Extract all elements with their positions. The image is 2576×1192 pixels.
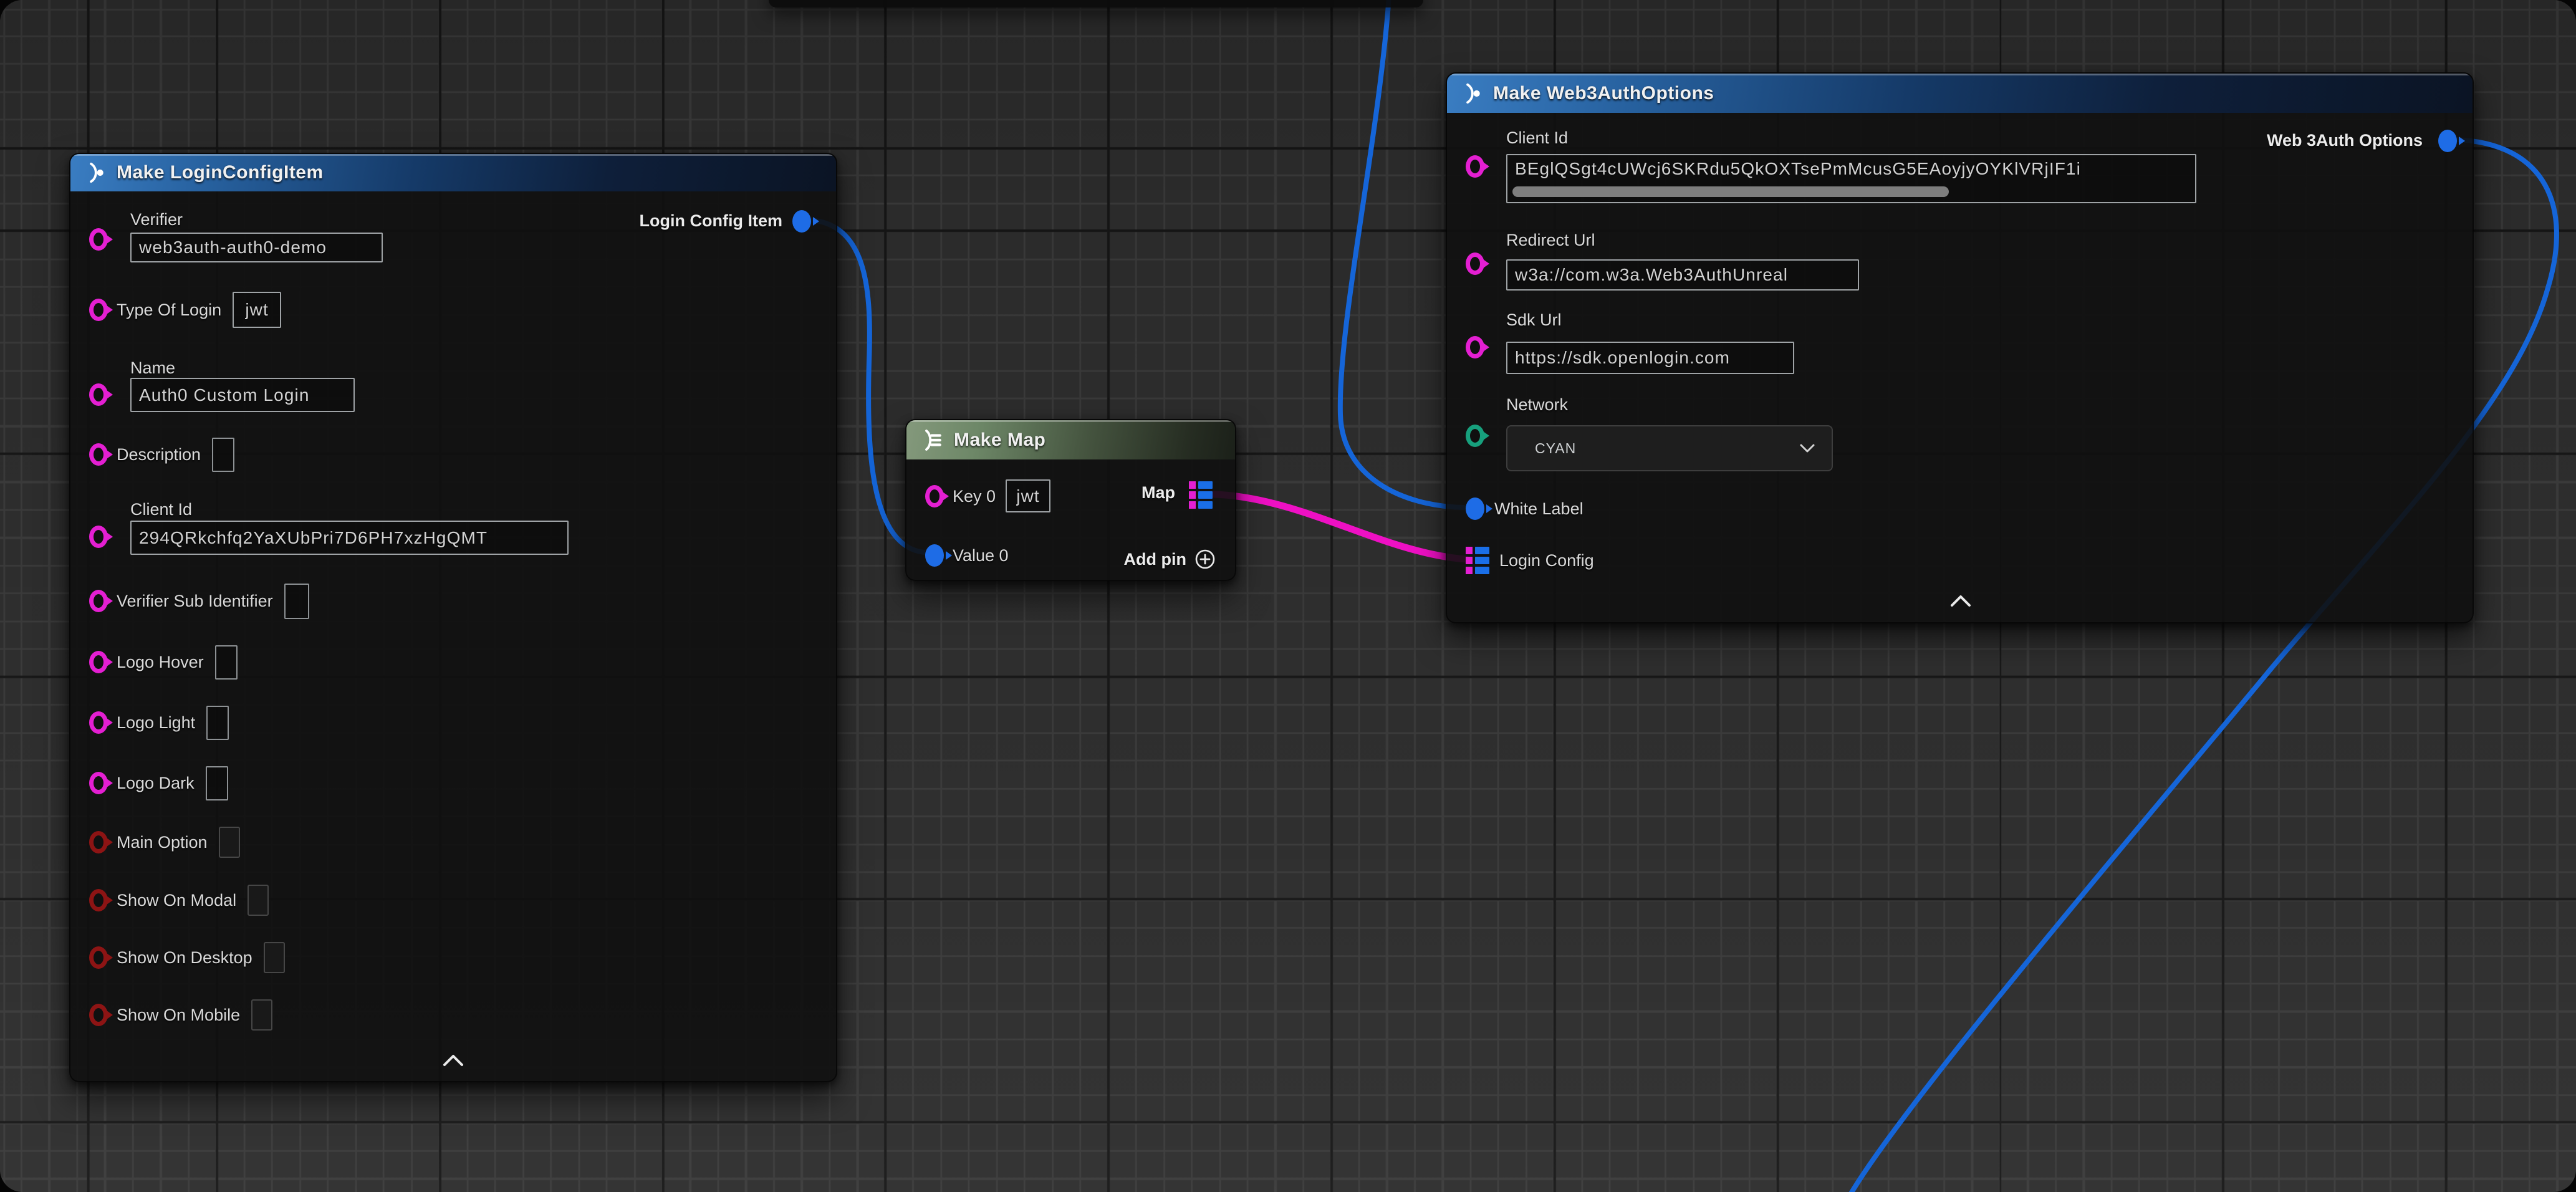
chevron-down-icon	[1799, 443, 1815, 453]
pin-show-on-desktop[interactable]	[89, 946, 108, 969]
output-pin-login-config-item[interactable]	[792, 210, 811, 233]
offscreen-node-edge[interactable]	[769, 0, 1423, 7]
client-id-input[interactable]: BEglQSgt4cUWcj6SKRdu5QkOXTsePmMcusG5EAoy…	[1506, 154, 2196, 203]
verifier-sub-identifier-input[interactable]	[284, 584, 309, 619]
pin-label: Logo Hover	[117, 653, 204, 671]
node-title: Make LoginConfigItem	[117, 162, 324, 183]
add-pin-icon[interactable]	[1194, 548, 1216, 570]
collapse-chevron-icon[interactable]	[442, 1054, 464, 1067]
output-pin-web3auth-options[interactable]	[2438, 130, 2457, 152]
pin-logo-hover[interactable]	[89, 651, 108, 673]
node-make-web3authoptions[interactable]: Make Web3AuthOptions Web 3Auth Options C…	[1446, 72, 2474, 623]
pin-logo-dark[interactable]	[89, 772, 108, 794]
pin-client-id[interactable]	[89, 526, 108, 548]
pin-label: Value 0	[953, 546, 1009, 565]
logo-dark-input[interactable]	[206, 766, 228, 800]
sdk-url-input[interactable]: https://sdk.openlogin.com	[1506, 342, 1794, 374]
key0-input[interactable]: jwt	[1006, 479, 1050, 512]
output-pin-label: Web 3Auth Options	[2267, 131, 2423, 150]
pin-description[interactable]	[89, 443, 108, 466]
pin-label: Redirect Url	[1506, 231, 1859, 249]
node-title: Make Web3AuthOptions	[1493, 83, 1714, 104]
pin-label: Logo Light	[117, 713, 195, 732]
logo-hover-input[interactable]	[215, 645, 238, 680]
show-on-desktop-checkbox[interactable]	[264, 942, 285, 973]
output-pin-label: Login Config Item	[640, 211, 782, 230]
pin-label: Description	[117, 445, 201, 464]
main-option-checkbox[interactable]	[219, 827, 240, 858]
pin-logo-light[interactable]	[89, 711, 108, 734]
node-header[interactable]: Make Web3AuthOptions	[1447, 74, 2473, 113]
pin-show-on-mobile[interactable]	[89, 1004, 108, 1026]
pin-login-config[interactable]	[1466, 547, 1489, 574]
pin-label: Verifier Sub Identifier	[117, 592, 273, 610]
pin-client-id[interactable]	[1466, 155, 1484, 178]
pin-verifier[interactable]	[89, 228, 108, 251]
pin-label: Login Config	[1499, 551, 1594, 570]
pin-label: Show On Modal	[117, 891, 236, 910]
pin-label: Show On Desktop	[117, 948, 252, 967]
pin-label: Type Of Login	[117, 300, 221, 319]
logo-light-input[interactable]	[206, 706, 229, 740]
pin-label: Sdk Url	[1506, 310, 1794, 329]
description-input[interactable]	[212, 438, 234, 472]
make-struct-icon	[84, 161, 108, 185]
pin-label: Show On Mobile	[117, 1006, 240, 1024]
pin-label: Name	[130, 358, 355, 377]
pin-label: Key 0	[953, 487, 996, 506]
pin-redirect-url[interactable]	[1466, 252, 1484, 275]
node-make-loginconfigitem[interactable]: Make LoginConfigItem Login Config Item V…	[69, 153, 837, 1082]
pin-type-of-login[interactable]	[89, 299, 108, 321]
output-pin-label: Map	[1141, 483, 1175, 502]
pin-key0[interactable]	[925, 485, 944, 507]
pin-name[interactable]	[89, 383, 108, 406]
verifier-input[interactable]: web3auth-auth0-demo	[130, 233, 383, 262]
type-of-login-input[interactable]: jwt	[233, 292, 281, 328]
pin-network[interactable]	[1466, 425, 1484, 447]
graph-viewport[interactable]: Make LoginConfigItem Login Config Item V…	[0, 0, 2576, 1192]
pin-label: Client Id	[1506, 128, 2196, 147]
pin-label: Verifier	[130, 210, 383, 229]
node-title: Make Map	[954, 430, 1045, 451]
show-on-modal-checkbox[interactable]	[248, 885, 269, 916]
make-container-icon	[920, 428, 945, 453]
node-make-map[interactable]: Make Map Key 0 jwt Map Value 0 Add pin	[905, 419, 1236, 581]
input-scrollbar[interactable]	[1512, 186, 1949, 197]
blueprint-editor: Make LoginConfigItem Login Config Item V…	[0, 0, 2576, 1192]
collapse-chevron-icon[interactable]	[1949, 595, 1972, 607]
pin-label: Logo Dark	[117, 774, 195, 792]
show-on-mobile-checkbox[interactable]	[251, 999, 272, 1031]
pin-verifier-sub-identifier[interactable]	[89, 590, 108, 612]
pin-main-option[interactable]	[89, 831, 108, 853]
add-pin-label: Add pin	[1124, 550, 1186, 569]
client-id-input[interactable]: 294QRkchfq2YaXUbPri7D6PH7xzHgQMT	[130, 521, 569, 555]
pin-value0[interactable]	[925, 544, 944, 567]
network-selected-value: CYAN	[1507, 440, 1576, 457]
name-input[interactable]: Auth0 Custom Login	[130, 378, 355, 412]
redirect-url-input[interactable]: w3a://com.w3a.Web3AuthUnreal	[1506, 259, 1859, 291]
pin-white-label[interactable]	[1466, 497, 1484, 520]
network-dropdown[interactable]: CYAN	[1506, 425, 1833, 471]
make-struct-icon	[1461, 82, 1484, 105]
pin-label: Main Option	[117, 833, 208, 852]
pin-sdk-url[interactable]	[1466, 336, 1484, 358]
pin-label: White Label	[1494, 499, 1584, 518]
node-header[interactable]: Make Map	[906, 420, 1235, 459]
pin-label: Client Id	[130, 500, 569, 519]
node-header[interactable]: Make LoginConfigItem	[70, 154, 836, 191]
pin-show-on-modal[interactable]	[89, 889, 108, 911]
pin-label: Network	[1506, 395, 1833, 414]
output-pin-map[interactable]	[1189, 481, 1213, 509]
